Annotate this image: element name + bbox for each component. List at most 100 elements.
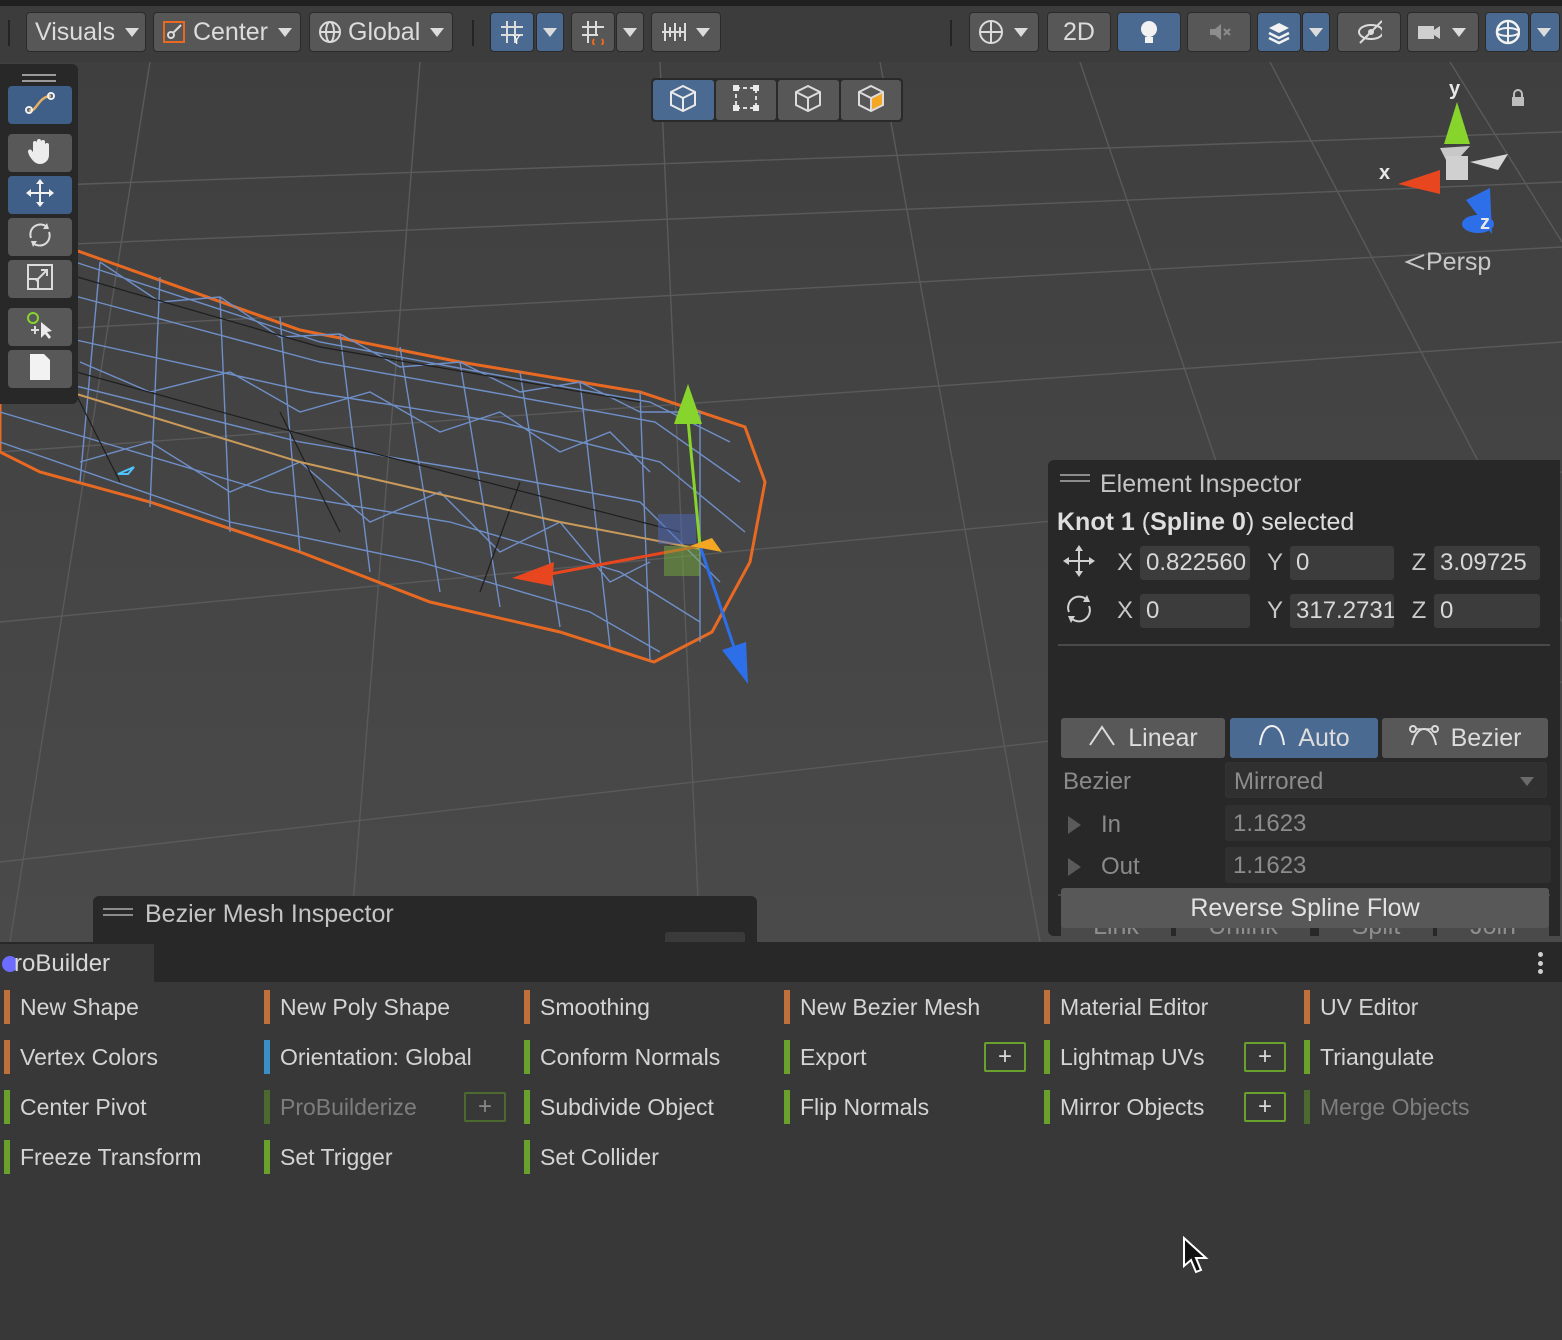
lighting-toggle[interactable] xyxy=(1117,12,1181,52)
toolbar-separator xyxy=(950,20,952,46)
in-foldout-arrow[interactable] xyxy=(1068,816,1081,834)
xz-plane-handle[interactable] xyxy=(664,546,700,576)
increment-snap-button[interactable] xyxy=(571,12,615,52)
action-label: Lightmap UVs xyxy=(1060,1043,1205,1070)
rotation-z-field[interactable]: 0 xyxy=(1434,594,1540,628)
space-label: Global xyxy=(348,17,421,46)
spline-tool-button[interactable] xyxy=(8,86,72,124)
pivot-dropdown[interactable]: Center xyxy=(153,12,301,52)
scene-visibility-toggle[interactable] xyxy=(1337,12,1401,52)
action-options-button[interactable]: + xyxy=(1244,1092,1286,1122)
action-category-color-bar xyxy=(1044,990,1050,1024)
probuilder-action-vertex-colors[interactable]: Vertex Colors xyxy=(4,1040,158,1074)
rotation-y-field[interactable]: 317.2731 xyxy=(1290,594,1394,628)
probuilder-tab[interactable]: roBuilder xyxy=(0,944,154,984)
probuilder-action-orientation-global[interactable]: Orientation: Global xyxy=(264,1040,472,1074)
more-options-icon[interactable] xyxy=(1538,952,1544,974)
scene-view[interactable]: y x z Persp Element Inspector Knot 1 (Sp… xyxy=(0,62,1562,942)
pivot-center-icon xyxy=(162,19,187,45)
probuilder-action-set-collider[interactable]: Set Collider xyxy=(524,1140,659,1174)
action-options-button[interactable]: + xyxy=(1244,1042,1286,1072)
draw-mode-dropdown[interactable] xyxy=(969,12,1039,52)
xy-plane-handle[interactable] xyxy=(658,514,696,544)
probuilder-action-set-trigger[interactable]: Set Trigger xyxy=(264,1140,393,1174)
probuilder-action-probuilderize[interactable]: ProBuilderize xyxy=(264,1090,417,1124)
edge-mode-button[interactable] xyxy=(778,80,839,120)
visuals-dropdown[interactable]: Visuals xyxy=(26,12,146,52)
lightbulb-icon xyxy=(1136,19,1162,45)
hand-tool-button[interactable] xyxy=(8,134,72,172)
probuilder-action-new-poly-shape[interactable]: New Poly Shape xyxy=(264,990,450,1024)
page-tool-button[interactable] xyxy=(8,350,72,388)
gizmo-neg-x-cone[interactable] xyxy=(1470,154,1508,170)
probuilder-action-uv-editor[interactable]: UV Editor xyxy=(1304,990,1418,1024)
probuilder-action-material-editor[interactable]: Material Editor xyxy=(1044,990,1208,1024)
vertex-mode-button[interactable] xyxy=(715,80,776,120)
2d-toggle[interactable]: 2D xyxy=(1047,12,1111,52)
gizmos-toggle[interactable] xyxy=(1485,12,1529,52)
in-tangent-field[interactable]: 1.1623 xyxy=(1225,805,1551,841)
gizmos-dropdown[interactable] xyxy=(1530,12,1560,52)
gizmo-x-cone[interactable] xyxy=(1398,170,1440,194)
add-point-icon xyxy=(25,310,55,345)
effects-dropdown[interactable] xyxy=(1302,12,1330,52)
action-category-color-bar xyxy=(264,1040,270,1074)
tangent-linear-button[interactable]: Linear xyxy=(1061,718,1225,758)
probuilder-action-smoothing[interactable]: Smoothing xyxy=(524,990,650,1024)
action-options-button[interactable]: + xyxy=(464,1092,506,1122)
out-foldout-arrow[interactable] xyxy=(1068,858,1081,876)
scale-tool-button[interactable] xyxy=(8,260,72,298)
probuilder-action-conform-normals[interactable]: Conform Normals xyxy=(524,1040,720,1074)
audio-toggle[interactable] xyxy=(1187,12,1251,52)
mesh-inspector-field[interactable] xyxy=(665,932,745,942)
rotation-x-field[interactable]: 0 xyxy=(1140,594,1250,628)
probuilder-action-export[interactable]: Export xyxy=(784,1040,866,1074)
reverse-spline-flow-button[interactable]: Reverse Spline Flow xyxy=(1061,888,1549,928)
increment-snap-dropdown[interactable] xyxy=(616,12,644,52)
rotate-tool-button[interactable] xyxy=(8,218,72,256)
probuilder-action-freeze-transform[interactable]: Freeze Transform xyxy=(4,1140,202,1174)
action-label: Subdivide Object xyxy=(540,1093,714,1120)
toolbar-grip[interactable] xyxy=(8,20,10,46)
probuilder-action-center-pivot[interactable]: Center Pivot xyxy=(4,1090,147,1124)
projection-toggle[interactable]: Persp xyxy=(1404,248,1491,277)
probuilder-action-new-bezier-mesh[interactable]: New Bezier Mesh xyxy=(784,990,980,1024)
gizmo-center-cube[interactable] xyxy=(1446,156,1468,180)
probuilder-action-new-shape[interactable]: New Shape xyxy=(4,990,139,1024)
position-z-field[interactable]: 3.09725 xyxy=(1434,546,1540,580)
space-dropdown[interactable]: Global xyxy=(309,12,453,52)
action-category-color-bar xyxy=(524,1040,530,1074)
axis-gizmo-graphic[interactable] xyxy=(1370,74,1560,254)
custom-tool-button[interactable] xyxy=(8,308,72,346)
probuilder-action-mirror-objects[interactable]: Mirror Objects xyxy=(1044,1090,1204,1124)
grid-snap-dropdown[interactable] xyxy=(536,12,564,52)
tangent-auto-button[interactable]: Auto xyxy=(1230,718,1378,758)
bezier-mode-dropdown[interactable]: Mirrored xyxy=(1225,762,1547,798)
probuilder-action-subdivide-object[interactable]: Subdivide Object xyxy=(524,1090,714,1124)
effects-toggle[interactable] xyxy=(1257,12,1301,52)
probuilder-action-flip-normals[interactable]: Flip Normals xyxy=(784,1090,929,1124)
probuilder-action-merge-objects[interactable]: Merge Objects xyxy=(1304,1090,1470,1124)
grid-snap-button[interactable]: Y xyxy=(490,12,534,52)
probuilder-action-triangulate[interactable]: Triangulate xyxy=(1304,1040,1434,1074)
object-mode-button[interactable] xyxy=(653,80,714,120)
camera-dropdown[interactable] xyxy=(1407,12,1479,52)
tangent-bezier-button[interactable]: Bezier xyxy=(1382,718,1548,758)
out-tangent-field[interactable]: 1.1623 xyxy=(1225,847,1551,883)
gizmo-y-cone[interactable] xyxy=(1444,102,1470,144)
face-mode-button[interactable] xyxy=(840,80,901,120)
lock-icon[interactable] xyxy=(1510,88,1526,113)
grid-snap-icon: Y xyxy=(499,19,525,45)
probuilder-action-lightmap-uvs[interactable]: Lightmap UVs xyxy=(1044,1040,1204,1074)
position-y-field[interactable]: 0 xyxy=(1290,546,1394,580)
move-tool-button[interactable] xyxy=(8,176,72,214)
grid-visibility-button[interactable] xyxy=(651,12,721,52)
overlay-grip[interactable] xyxy=(103,908,133,916)
overlay-grip[interactable] xyxy=(1060,474,1090,482)
tools-palette xyxy=(0,64,78,404)
chevron-down-icon xyxy=(1537,27,1551,37)
palette-grip[interactable] xyxy=(22,74,56,82)
position-x-field[interactable]: 0.822560 xyxy=(1140,546,1250,580)
action-options-button[interactable]: + xyxy=(984,1042,1026,1072)
action-label: Vertex Colors xyxy=(20,1043,159,1070)
